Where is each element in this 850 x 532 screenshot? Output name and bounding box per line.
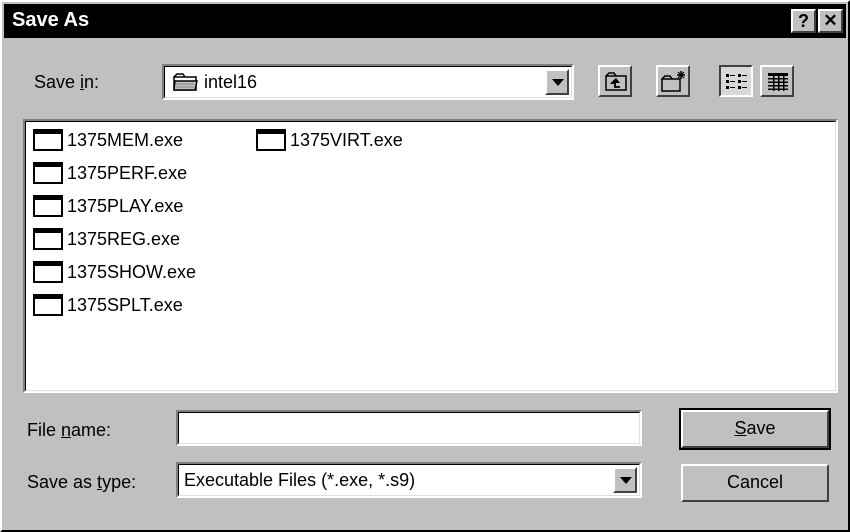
list-item[interactable]: 1375SHOW.exe — [33, 257, 196, 287]
save-as-type-value: Executable Files (*.exe, *.s9) — [184, 470, 416, 490]
window-title: Save As — [12, 9, 90, 31]
list-item[interactable]: 1375PLAY.exe — [33, 191, 183, 221]
exe-file-icon — [33, 162, 63, 184]
up-one-level-button[interactable] — [598, 65, 632, 97]
cancel-button[interactable]: Cancel — [681, 464, 829, 502]
file-name-text: 1375MEM.exe — [67, 129, 184, 150]
save-as-type-label: Save as type: — [27, 472, 137, 492]
file-name-text: 1375SPLT.exe — [67, 294, 183, 315]
exe-file-icon — [33, 129, 63, 151]
save-in-combo[interactable]: intel16 — [162, 64, 574, 100]
file-name-text: 1375PLAY.exe — [67, 195, 184, 216]
new-folder-icon — [661, 70, 687, 99]
close-button[interactable]: ✕ — [818, 9, 843, 33]
file-name-text: 1375REG.exe — [67, 228, 181, 249]
file-list[interactable]: 1375MEM.exe 1375PERF.exe 1375PLAY.exe 13… — [23, 119, 838, 393]
save-in-dropdown-arrow[interactable] — [545, 69, 569, 95]
exe-file-icon — [33, 228, 63, 250]
list-view-button[interactable] — [719, 65, 753, 97]
file-name-label: File name: — [27, 420, 112, 440]
up-one-level-icon — [604, 71, 628, 98]
file-name-text: 1375SHOW.exe — [67, 261, 197, 282]
details-view-button[interactable] — [760, 65, 794, 97]
list-item[interactable]: 1375MEM.exe — [33, 125, 183, 155]
exe-file-icon — [33, 294, 63, 316]
save-in-value: intel16 — [204, 72, 258, 92]
save-as-dialog: Save As ? ✕ Save in: intel16 1375MEM.exe… — [0, 0, 850, 532]
save-button[interactable]: Save — [679, 408, 831, 450]
list-item[interactable]: 1375PERF.exe — [33, 158, 187, 188]
save-as-type-dropdown-arrow[interactable] — [613, 467, 637, 493]
file-name-input[interactable] — [176, 410, 642, 446]
list-item[interactable]: 1375SPLT.exe — [33, 290, 183, 320]
exe-file-icon — [33, 195, 63, 217]
file-name-text: 1375PERF.exe — [67, 162, 188, 183]
exe-file-icon — [33, 261, 63, 283]
details-view-icon — [767, 72, 789, 97]
help-button[interactable]: ? — [791, 9, 816, 33]
save-as-type-combo[interactable]: Executable Files (*.exe, *.s9) — [176, 462, 642, 498]
file-name-text: 1375VIRT.exe — [290, 129, 403, 150]
list-item[interactable]: 1375VIRT.exe — [256, 125, 403, 155]
folder-icon — [172, 71, 200, 98]
exe-file-icon — [256, 129, 286, 151]
save-in-label: Save in: — [34, 72, 100, 92]
list-view-icon — [725, 73, 749, 96]
title-bar[interactable]: Save As ? ✕ — [4, 4, 846, 38]
new-folder-button[interactable] — [656, 65, 690, 97]
list-item[interactable]: 1375REG.exe — [33, 224, 180, 254]
